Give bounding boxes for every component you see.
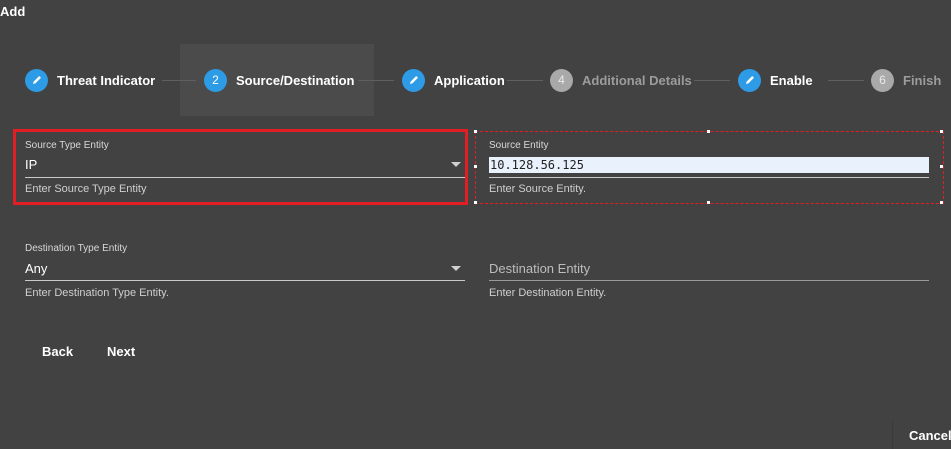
pencil-icon bbox=[25, 68, 48, 92]
source-type-label: Source Type Entity bbox=[25, 140, 109, 151]
resize-handle[interactable] bbox=[707, 201, 710, 204]
pencil-icon bbox=[402, 68, 425, 92]
resize-handle[interactable] bbox=[474, 165, 477, 168]
destination-entity-input[interactable]: Destination Entity bbox=[489, 261, 590, 276]
back-button[interactable]: Back bbox=[42, 344, 73, 359]
step-additional-details[interactable]: 4 Additional Details bbox=[550, 68, 692, 92]
step-label: Application bbox=[434, 72, 505, 88]
resize-handle[interactable] bbox=[940, 130, 943, 133]
resize-handle[interactable] bbox=[940, 201, 943, 204]
destination-type-select[interactable]: Any bbox=[25, 261, 47, 276]
step-number: 2 bbox=[204, 68, 227, 92]
step-threat-indicator[interactable]: Threat Indicator bbox=[25, 68, 155, 92]
source-entity-help: Enter Source Entity. bbox=[489, 183, 587, 195]
step-connector bbox=[507, 80, 543, 81]
source-entity-label: Source Entity bbox=[489, 140, 549, 151]
chevron-down-icon[interactable] bbox=[451, 162, 461, 167]
field-underline bbox=[489, 177, 929, 178]
pencil-icon bbox=[738, 68, 761, 92]
cancel-button[interactable]: Cancel bbox=[909, 428, 951, 443]
source-type-help: Enter Source Type Entity bbox=[25, 183, 147, 195]
field-underline bbox=[489, 280, 929, 281]
field-underline bbox=[25, 280, 465, 281]
destination-entity-help: Enter Destination Entity. bbox=[489, 287, 607, 299]
step-connector bbox=[162, 80, 196, 81]
source-entity-input[interactable]: 10.128.56.125 bbox=[489, 157, 929, 173]
step-label: Enable bbox=[770, 72, 813, 88]
step-finish[interactable]: 6 Finish bbox=[871, 68, 941, 92]
chevron-down-icon[interactable] bbox=[451, 266, 461, 271]
step-label: Source/Destination bbox=[236, 72, 355, 88]
resize-handle[interactable] bbox=[474, 130, 477, 133]
step-number: 4 bbox=[550, 68, 573, 92]
step-source-destination[interactable]: 2 Source/Destination bbox=[204, 68, 354, 92]
destination-type-help: Enter Destination Type Entity. bbox=[25, 287, 169, 299]
field-underline bbox=[25, 177, 465, 178]
resize-handle[interactable] bbox=[707, 130, 710, 133]
source-type-select[interactable]: IP bbox=[25, 157, 37, 172]
dialog-title: Add bbox=[0, 4, 26, 19]
step-application[interactable]: Application bbox=[402, 68, 505, 92]
resize-handle[interactable] bbox=[474, 201, 477, 204]
step-label: Threat Indicator bbox=[57, 72, 156, 88]
step-label: Additional Details bbox=[582, 72, 692, 88]
step-connector bbox=[694, 80, 730, 81]
step-connector bbox=[358, 80, 394, 81]
destination-type-label: Destination Type Entity bbox=[25, 243, 128, 254]
step-enable[interactable]: Enable bbox=[738, 68, 813, 92]
next-button[interactable]: Next bbox=[107, 344, 135, 359]
step-label: Finish bbox=[903, 72, 942, 88]
step-connector bbox=[828, 80, 864, 81]
step-number: 6 bbox=[871, 68, 894, 92]
resize-handle[interactable] bbox=[940, 165, 943, 168]
